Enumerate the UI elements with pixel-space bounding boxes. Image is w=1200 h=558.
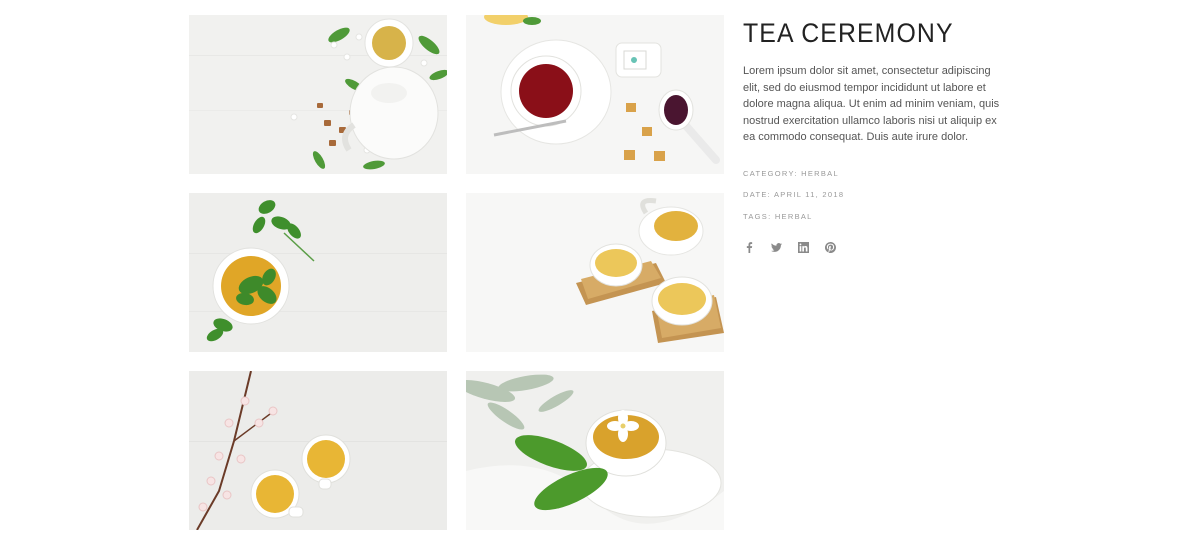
meta-tags[interactable]: TAGS: HERBAL [743, 211, 1013, 233]
twitter-icon[interactable] [770, 241, 782, 253]
gallery-photo-teapot[interactable] [189, 15, 447, 174]
social-share [743, 241, 1013, 253]
facebook-icon[interactable] [743, 241, 755, 253]
gallery-photo-blossom-tea[interactable] [189, 371, 447, 530]
photo-gallery [189, 15, 724, 530]
gallery-photo-gongfu-tea[interactable] [466, 193, 724, 352]
mint-tea-photo [189, 193, 447, 352]
red-tea-photo [466, 15, 724, 174]
project-description: Lorem ipsum dolor sit amet, consectetur … [743, 65, 1000, 144]
project-details: TEA CEREMONY Lorem ipsum dolor sit amet,… [743, 16, 1013, 253]
linkedin-icon[interactable] [797, 241, 809, 253]
teapot-photo [189, 15, 447, 174]
gallery-photo-mint-tea[interactable] [189, 193, 447, 352]
project-meta: CATEGORY: HERBAL DATE: APRIL 11, 2018 TA… [743, 168, 1013, 233]
blossom-tea-photo [189, 371, 447, 530]
jasmine-tea-photo [466, 371, 724, 530]
meta-category[interactable]: CATEGORY: HERBAL [743, 168, 1013, 190]
page-title: TEA CEREMONY [743, 18, 954, 48]
gongfu-tea-photo [466, 193, 724, 352]
pinterest-icon[interactable] [824, 241, 836, 253]
gallery-photo-jasmine-tea[interactable] [466, 371, 724, 530]
meta-date: DATE: APRIL 11, 2018 [743, 190, 845, 200]
gallery-photo-red-tea[interactable] [466, 15, 724, 174]
